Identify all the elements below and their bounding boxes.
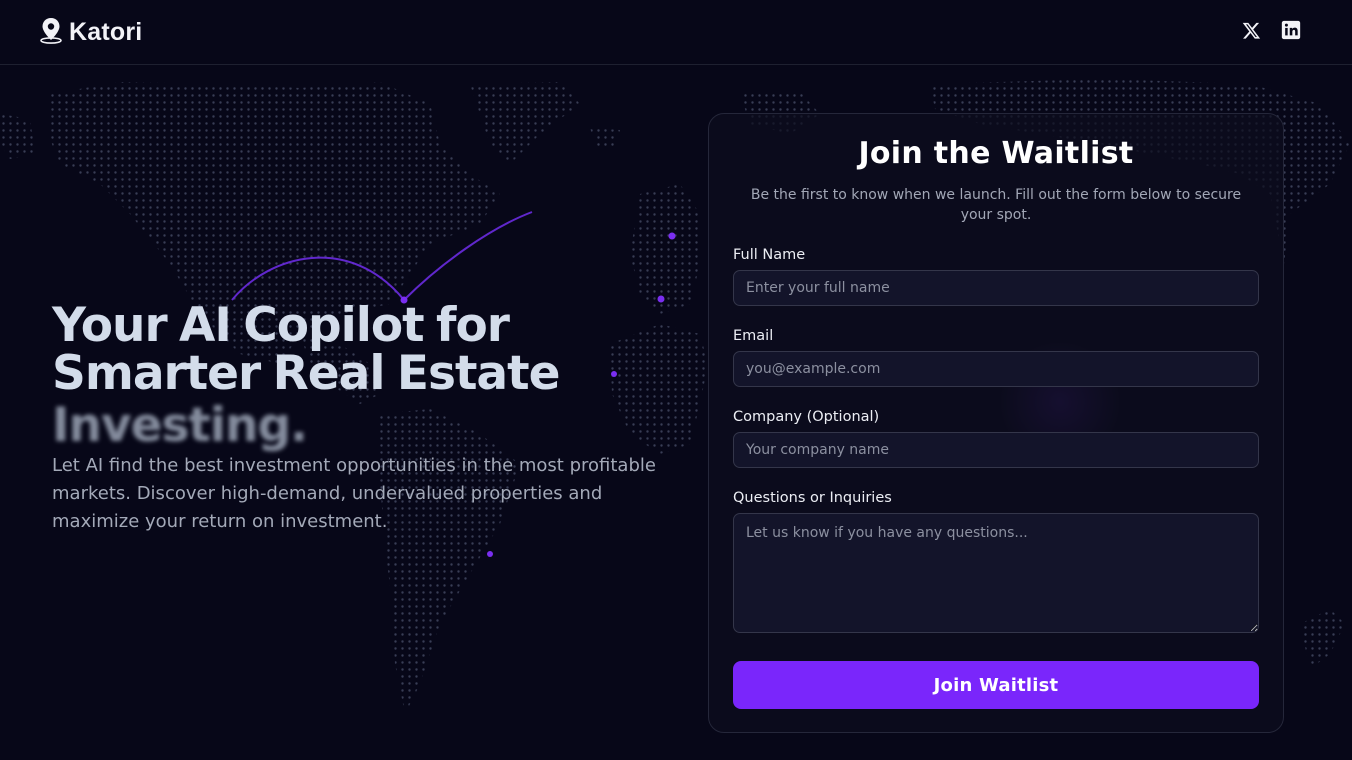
linkedin-link[interactable] xyxy=(1280,20,1302,44)
hero-section: Your AI Copilot for Smarter Real Estate … xyxy=(52,302,672,536)
company-input[interactable] xyxy=(733,432,1259,468)
x-twitter-icon xyxy=(1242,21,1261,44)
top-navbar: Katori xyxy=(0,0,1352,65)
hero-description: Let AI find the best investment opportun… xyxy=(52,455,656,532)
questions-field-group: Questions or Inquiries xyxy=(733,490,1259,637)
email-label: Email xyxy=(733,328,774,344)
form-title: Join the Waitlist xyxy=(858,136,1134,171)
waitlist-form: Full Name Email Company (Optional) Quest… xyxy=(733,247,1259,709)
join-waitlist-button[interactable]: Join Waitlist xyxy=(733,661,1259,709)
company-field-group: Company (Optional) xyxy=(733,409,1259,468)
questions-label: Questions or Inquiries xyxy=(733,490,892,506)
x-twitter-link[interactable] xyxy=(1240,21,1262,43)
company-label: Company (Optional) xyxy=(733,409,880,425)
waitlist-form-card: Join the Waitlist Be the first to know w… xyxy=(708,113,1284,733)
hero-title-line-2: Smarter Real Estate xyxy=(52,346,560,401)
email-field-group: Email xyxy=(733,328,1259,387)
brand-name: Katori xyxy=(69,17,143,46)
hero-title-line-3: Investing. xyxy=(52,398,308,453)
questions-textarea[interactable] xyxy=(733,513,1259,633)
full-name-label: Full Name xyxy=(733,247,806,263)
hero-title: Your AI Copilot for Smarter Real Estate … xyxy=(52,302,672,450)
form-subtitle: Be the first to know when we launch. Fil… xyxy=(750,187,1242,223)
social-links xyxy=(1240,20,1302,44)
full-name-field-group: Full Name xyxy=(733,247,1259,306)
hero-title-line-1: Your AI Copilot for xyxy=(52,298,510,353)
email-input[interactable] xyxy=(733,351,1259,387)
full-name-input[interactable] xyxy=(733,270,1259,306)
brand-logo-link[interactable]: Katori xyxy=(37,16,142,48)
map-pin-icon xyxy=(37,16,65,48)
linkedin-icon xyxy=(1281,20,1301,44)
